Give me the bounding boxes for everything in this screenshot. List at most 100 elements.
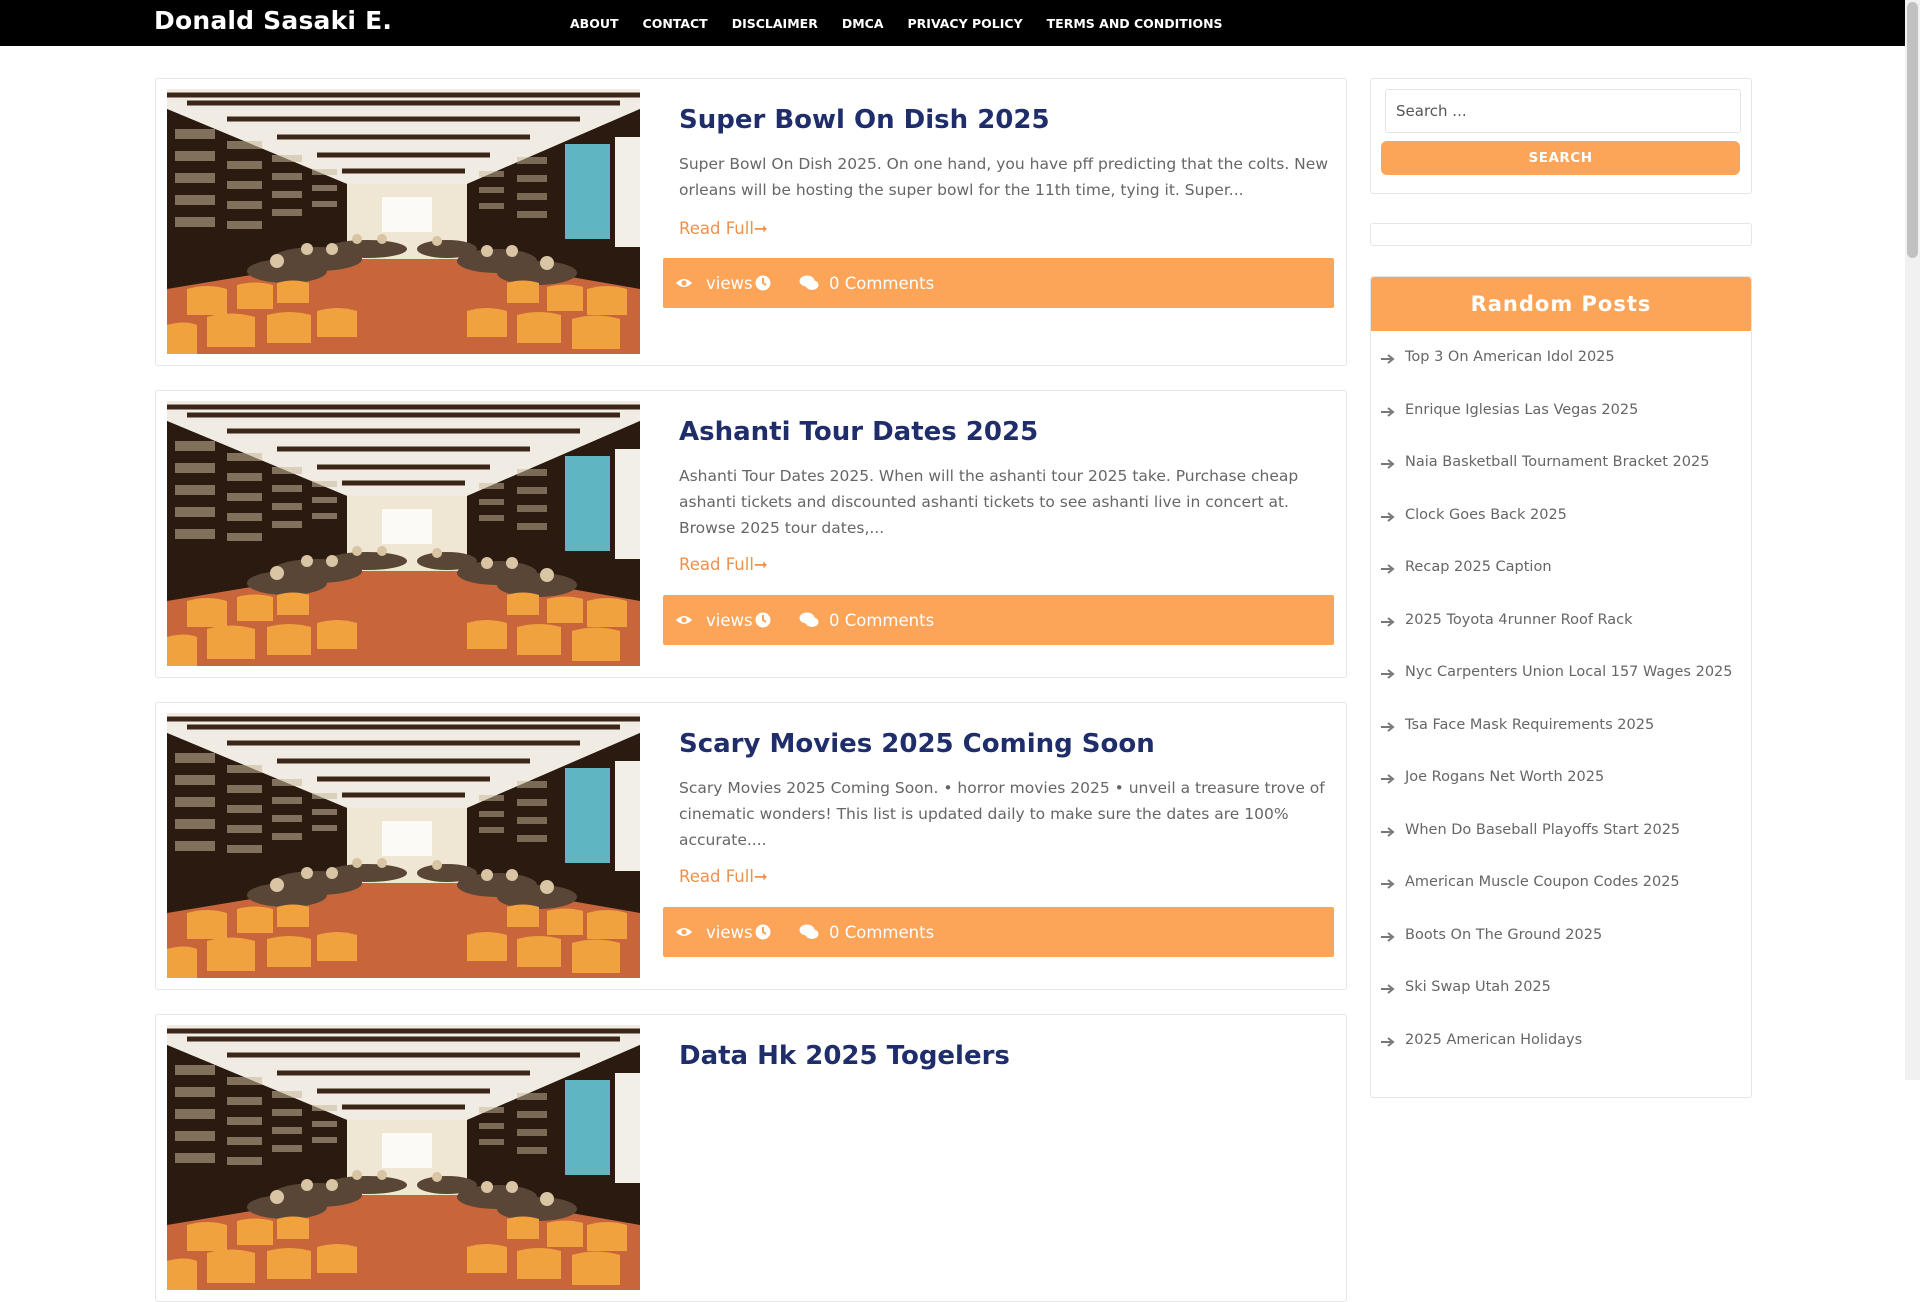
empty-widget [1370,223,1752,246]
comments-icon [799,595,819,645]
post-meta-bar: views 0 Comments [663,595,1334,645]
comments-icon [799,907,819,957]
random-post-item[interactable]: Nyc Carpenters Union Local 157 Wages 202… [1371,646,1751,699]
random-post-label: Ski Swap Utah 2025 [1405,979,1551,996]
post-comments-count[interactable]: 0 Comments [829,907,934,957]
post-title[interactable]: Ashanti Tour Dates 2025 [679,417,1038,447]
long-arrow-right-icon [1381,457,1395,470]
read-full-link[interactable]: Read Full➞ [679,555,768,574]
site-title[interactable]: Donald Sasaki E. [154,6,392,35]
post-thumbnail-image[interactable] [167,1025,640,1290]
post-views: views [706,922,753,942]
long-arrow-right-icon [1381,772,1395,785]
post-views: views [706,273,753,293]
post-meta-bar: views 0 Comments [663,907,1334,957]
random-post-item[interactable]: Joe Rogans Net Worth 2025 [1371,751,1751,804]
long-arrow-right-icon: ➞ [753,555,768,574]
eye-icon [675,595,693,645]
random-post-item[interactable]: Boots On The Ground 2025 [1371,909,1751,962]
random-post-label: Joe Rogans Net Worth 2025 [1405,769,1605,786]
random-post-item[interactable]: Ski Swap Utah 2025 [1371,961,1751,1014]
search-widget: SEARCH [1370,78,1752,194]
read-full-link[interactable]: Read Full➞ [679,867,768,886]
post-comments-count[interactable]: 0 Comments [829,595,934,645]
long-arrow-right-icon [1381,1035,1395,1047]
post-card: Scary Movies 2025 Coming Soon Scary Movi… [155,702,1347,990]
post-card: Ashanti Tour Dates 2025 Ashanti Tour Dat… [155,390,1347,678]
random-post-item[interactable]: 2025 American Holidays [1371,1014,1751,1067]
read-full-label: Read Full [679,219,754,238]
long-arrow-right-icon [1381,982,1395,995]
random-post-label: 2025 Toyota 4runner Roof Rack [1405,611,1633,628]
random-post-label: Clock Goes Back 2025 [1405,506,1567,523]
eye-icon [675,258,693,308]
random-post-item[interactable]: Tsa Face Mask Requirements 2025 [1371,699,1751,752]
eye-icon [675,907,693,957]
long-arrow-right-icon: ➞ [753,219,768,238]
scrollbar-thumb[interactable] [1907,2,1918,258]
random-post-label: Top 3 On American Idol 2025 [1405,349,1615,366]
clock-icon [755,907,771,957]
search-input[interactable] [1385,89,1741,133]
random-post-item[interactable]: Recap 2025 Caption [1371,541,1751,594]
long-arrow-right-icon [1381,825,1395,837]
random-posts-title: Random Posts [1371,277,1751,331]
post-card: Super Bowl On Dish 2025 Super Bowl On Di… [155,78,1347,366]
random-post-item[interactable]: Enrique Iglesias Las Vegas 2025 [1371,384,1751,437]
random-posts-list: Top 3 On American Idol 2025 Enrique Igle… [1371,331,1751,1066]
post-excerpt: Scary Movies 2025 Coming Soon. • horror … [679,779,1325,849]
read-full-link[interactable]: Read Full➞ [679,219,768,238]
random-post-label: When Do Baseball Playoffs Start 2025 [1405,821,1681,838]
nav-contact[interactable]: CONTACT [643,16,708,31]
random-post-label: Enrique Iglesias Las Vegas 2025 [1405,401,1639,418]
random-post-label: Nyc Carpenters Union Local 157 Wages 202… [1405,664,1733,681]
random-post-item[interactable]: 2025 Toyota 4runner Roof Rack [1371,594,1751,647]
page-scrollbar[interactable] [1905,0,1920,1080]
post-thumbnail-image[interactable] [167,401,640,666]
post-meta-bar: views 0 Comments [663,258,1334,308]
long-arrow-right-icon [1381,405,1395,417]
post-views: views [706,610,753,630]
post-excerpt: Ashanti Tour Dates 2025. When will the a… [679,467,1299,537]
random-post-item[interactable]: Naia Basketball Tournament Bracket 2025 [1371,436,1751,489]
random-post-label: American Muscle Coupon Codes 2025 [1405,874,1680,891]
main-nav: ABOUT CONTACT DISCLAIMER DMCA PRIVACY PO… [570,0,1247,46]
post-title[interactable]: Scary Movies 2025 Coming Soon [679,729,1155,759]
random-post-label: Recap 2025 Caption [1405,559,1552,576]
nav-privacy-policy[interactable]: PRIVACY POLICY [908,16,1023,31]
long-arrow-right-icon: ➞ [753,867,768,886]
nav-about[interactable]: ABOUT [570,16,619,31]
long-arrow-right-icon [1381,615,1395,627]
post-thumbnail-image[interactable] [167,89,640,354]
read-full-label: Read Full [679,555,754,574]
random-post-label: Naia Basketball Tournament Bracket 2025 [1405,454,1710,471]
long-arrow-right-icon [1381,562,1395,575]
nav-terms-and-conditions[interactable]: TERMS AND CONDITIONS [1047,16,1223,31]
random-post-label: Boots On The Ground 2025 [1405,926,1603,943]
random-post-item[interactable]: When Do Baseball Playoffs Start 2025 [1371,804,1751,857]
site-header: Donald Sasaki E. ABOUT CONTACT DISCLAIME… [0,0,1905,46]
post-excerpt: Super Bowl On Dish 2025. On one hand, yo… [679,155,1328,199]
long-arrow-right-icon [1381,720,1395,732]
long-arrow-right-icon [1381,667,1395,680]
post-title[interactable]: Super Bowl On Dish 2025 [679,105,1050,135]
nav-dmca[interactable]: DMCA [842,16,884,31]
random-posts-widget: Random Posts Top 3 On American Idol 2025… [1370,276,1752,1098]
random-post-label: Tsa Face Mask Requirements 2025 [1405,716,1655,733]
long-arrow-right-icon [1381,930,1395,942]
long-arrow-right-icon [1381,877,1395,890]
random-post-item[interactable]: Clock Goes Back 2025 [1371,489,1751,542]
clock-icon [755,595,771,645]
post-card: Data Hk 2025 Togelers [155,1014,1347,1302]
post-title[interactable]: Data Hk 2025 Togelers [679,1041,1010,1071]
search-button[interactable]: SEARCH [1381,141,1740,175]
nav-disclaimer[interactable]: DISCLAIMER [732,16,818,31]
random-post-item[interactable]: Top 3 On American Idol 2025 [1371,331,1751,384]
random-post-label: 2025 American Holidays [1405,1031,1583,1048]
post-thumbnail-image[interactable] [167,713,640,978]
long-arrow-right-icon [1381,510,1395,522]
random-post-item[interactable]: American Muscle Coupon Codes 2025 [1371,856,1751,909]
clock-icon [755,258,771,308]
comments-icon [799,258,819,308]
post-comments-count[interactable]: 0 Comments [829,258,934,308]
